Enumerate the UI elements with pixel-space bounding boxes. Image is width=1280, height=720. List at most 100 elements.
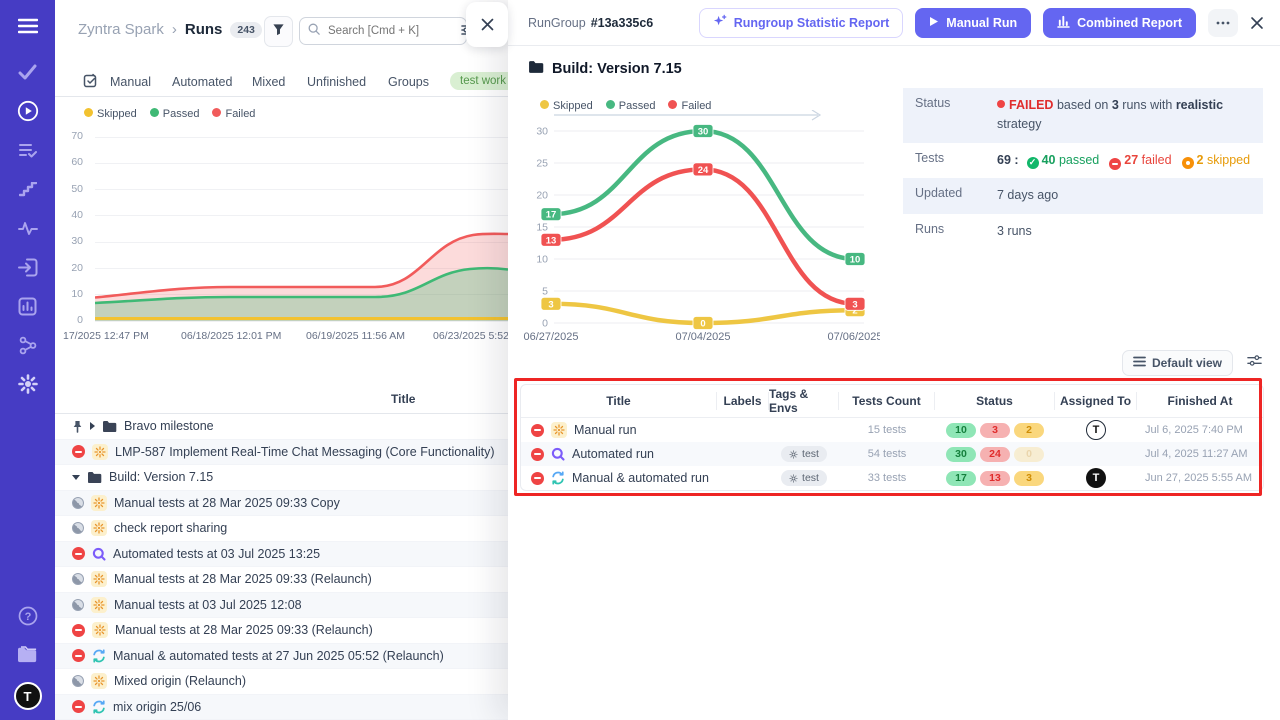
column-header[interactable]: Assigned To — [1055, 392, 1137, 410]
column-header[interactable]: Status — [935, 392, 1055, 410]
list-item[interactable]: Build: Version 7.15 — [55, 465, 508, 491]
tab-groups[interactable]: Groups — [388, 75, 429, 89]
projects-folder-icon[interactable] — [14, 643, 42, 667]
table-row[interactable]: Automated run test 54 tests 30 24 0 Jul … — [521, 442, 1263, 466]
run-title[interactable]: Manual run — [574, 423, 637, 437]
filter-button[interactable] — [264, 16, 293, 47]
column-header[interactable]: Tests Count — [839, 392, 935, 410]
column-header[interactable]: Finished At — [1137, 392, 1263, 410]
steps-icon[interactable] — [14, 177, 42, 201]
table-view-bar: Default view — [1122, 350, 1262, 376]
passed-dot — [606, 100, 615, 109]
run-title[interactable]: Manual tests at 28 Mar 2025 09:33 (Relau… — [115, 623, 373, 637]
menu-icon[interactable] — [14, 14, 42, 38]
tab-mixed[interactable]: Mixed — [252, 75, 285, 89]
run-title[interactable]: Automated run — [572, 447, 654, 461]
table-row[interactable]: Manual run 15 tests 10 3 2 T Jul 6, 2025… — [521, 418, 1263, 442]
run-title[interactable]: mix origin 25/06 — [113, 700, 201, 714]
assigned-to-cell: T — [1055, 420, 1137, 440]
area-chart-y-axis: 706050403020100 — [55, 0, 93, 340]
search-icon — [308, 22, 320, 40]
import-icon[interactable] — [14, 255, 42, 279]
user-avatar[interactable]: T — [14, 682, 42, 710]
svg-text:30: 30 — [536, 126, 548, 138]
passed-count-pill: 30 — [946, 447, 976, 462]
list-item[interactable]: mix origin 25/06 — [55, 695, 508, 720]
list-item[interactable]: Manual tests at 28 Mar 2025 09:33 Copy — [55, 491, 508, 517]
assignee-avatar[interactable]: T — [1086, 420, 1106, 440]
run-title[interactable]: Manual tests at 28 Mar 2025 09:33 Copy — [114, 496, 340, 510]
run-title[interactable]: Automated tests at 03 Jul 2025 13:25 — [113, 547, 320, 561]
tests-check-icon[interactable] — [14, 60, 42, 84]
run-title[interactable]: Bravo milestone — [124, 419, 214, 433]
chevron-down-icon[interactable] — [72, 475, 80, 480]
run-title[interactable]: Build: Version 7.15 — [109, 470, 213, 484]
list-item[interactable]: Manual tests at 28 Mar 2025 09:33 (Relau… — [55, 567, 508, 593]
rungroup-label: RunGroup — [528, 16, 586, 30]
test-plans-icon[interactable] — [14, 138, 42, 162]
svg-text:15: 15 — [536, 222, 548, 234]
svg-text:17: 17 — [546, 210, 557, 221]
panel-close-button[interactable] — [466, 2, 508, 47]
mixed-run-icon — [551, 471, 565, 485]
passed-count-pill: 10 — [946, 423, 976, 438]
run-title[interactable]: Manual tests at 03 Jul 2025 12:08 — [114, 598, 302, 612]
manual-run-button[interactable]: Manual Run — [915, 8, 1031, 38]
in-progress-status-icon — [72, 497, 84, 509]
run-title[interactable]: Manual & automated tests at 27 Jun 2025 … — [113, 649, 444, 663]
list-item[interactable]: Manual tests at 28 Mar 2025 09:33 (Relau… — [55, 618, 508, 644]
finished-at-cell: Jul 6, 2025 7:40 PM — [1137, 424, 1263, 436]
column-header[interactable]: Labels — [717, 392, 769, 410]
svg-text:10: 10 — [850, 255, 861, 266]
analytics-icon[interactable] — [14, 294, 42, 318]
table-row[interactable]: Manual & automated run test 33 tests 17 … — [521, 466, 1263, 490]
svg-text:07/04/2025: 07/04/2025 — [675, 331, 730, 343]
area-chart-x-axis: 17/2025 12:47 PM06/18/2025 12:01 PM06/19… — [55, 330, 508, 344]
list-item[interactable]: Manual & automated tests at 27 Jun 2025 … — [55, 644, 508, 670]
workflow-branch-icon[interactable] — [14, 333, 42, 357]
settings-gear-icon[interactable] — [14, 372, 42, 396]
svg-text:5: 5 — [542, 286, 548, 298]
tab-manual[interactable]: Manual — [110, 75, 151, 89]
list-item[interactable]: Automated tests at 03 Jul 2025 13:25 — [55, 542, 508, 568]
tag-filter-pill[interactable]: test work — [450, 72, 508, 90]
passed-check-icon: ✓ — [1027, 157, 1039, 169]
assignee-avatar[interactable]: T — [1086, 468, 1106, 488]
list-item[interactable]: Mixed origin (Relaunch) — [55, 669, 508, 695]
run-title[interactable]: Mixed origin (Relaunch) — [114, 674, 246, 688]
runs-count-badge: 243 — [230, 22, 262, 38]
pulse-icon[interactable] — [14, 216, 42, 240]
list-item[interactable]: Bravo milestone — [55, 414, 508, 440]
tab-automated[interactable]: Automated — [172, 75, 232, 89]
skipped-dot — [540, 100, 549, 109]
status-cell: 30 24 0 — [935, 447, 1055, 462]
manual-run-icon — [92, 444, 108, 460]
svg-text:3: 3 — [852, 299, 857, 310]
run-title[interactable]: LMP-587 Implement Real-Time Chat Messagi… — [115, 445, 495, 459]
default-view-button[interactable]: Default view — [1122, 350, 1233, 376]
funnel-icon — [272, 23, 285, 41]
rungroup-statistic-report-button[interactable]: Rungroup Statistic Report — [699, 8, 904, 38]
list-item[interactable]: Manual tests at 03 Jul 2025 12:08 — [55, 593, 508, 619]
run-title[interactable]: Manual tests at 28 Mar 2025 09:33 (Relau… — [114, 572, 372, 586]
close-icon — [1250, 16, 1264, 30]
search-bar[interactable] — [299, 17, 467, 45]
runs-play-icon[interactable] — [14, 99, 42, 123]
run-title[interactable]: check report sharing — [114, 521, 227, 535]
combined-report-button[interactable]: Combined Report — [1043, 8, 1196, 38]
tests-count-cell: 15 tests — [839, 424, 935, 436]
pin-icon[interactable] — [72, 420, 83, 433]
tab-unfinished[interactable]: Unfinished — [307, 75, 366, 89]
search-input[interactable] — [326, 24, 440, 38]
skipped-count-pill: 2 — [1014, 423, 1044, 438]
column-header[interactable]: Title — [521, 392, 717, 410]
list-item[interactable]: check report sharing — [55, 516, 508, 542]
drawer-close-button[interactable] — [1250, 16, 1264, 30]
column-header[interactable]: Tags & Envs — [769, 392, 839, 410]
more-actions-button[interactable] — [1208, 9, 1238, 37]
chevron-right-icon[interactable] — [90, 422, 95, 430]
help-icon[interactable]: ? — [14, 604, 42, 628]
table-settings-icon[interactable] — [1247, 353, 1262, 373]
list-item[interactable]: LMP-587 Implement Real-Time Chat Messagi… — [55, 440, 508, 466]
run-title[interactable]: Manual & automated run — [572, 471, 709, 485]
